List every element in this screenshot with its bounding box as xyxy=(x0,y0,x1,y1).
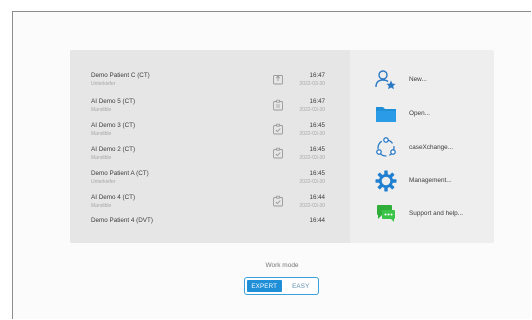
case-name: Demo Patient A (CT) xyxy=(91,170,149,177)
export-icon xyxy=(273,75,283,85)
support-label: Support and help... xyxy=(409,210,464,217)
case-row-demo-patient-a[interactable]: Demo Patient A (CT) Unterkiefer 16:45 20… xyxy=(70,168,350,194)
case-subtitle: Mandible xyxy=(91,131,112,137)
case-time: 16:44 xyxy=(309,217,325,224)
case-subtitle: Unterkiefer xyxy=(91,81,116,87)
case-subtitle: Unterkiefer xyxy=(91,179,116,185)
recent-cases-list: Demo Patient C (CT) Unterkiefer 16:47 20… xyxy=(70,50,350,243)
easy-mode-button[interactable]: EASY xyxy=(284,278,319,294)
case-subtitle: Mandible xyxy=(91,203,112,209)
case-date: 2022-03-30 xyxy=(299,203,325,209)
casexchange-label: caseXchange... xyxy=(409,144,454,151)
management-button[interactable]: Management... xyxy=(374,169,494,195)
support-button[interactable]: Support and help... xyxy=(374,202,494,228)
actions-menu: New... Open... caseXchange... Management… xyxy=(350,50,494,243)
casexchange-icon xyxy=(376,137,396,157)
case-row-demo-patient-c[interactable]: Demo Patient C (CT) Unterkiefer 16:47 20… xyxy=(70,70,350,96)
folder-icon xyxy=(376,107,396,122)
management-label: Management... xyxy=(409,177,452,184)
document-icon xyxy=(273,99,283,111)
work-mode-label: Work mode xyxy=(265,262,299,269)
case-row-ai-demo-2[interactable]: AI Demo 2 (CT) Mandible 16:45 2022-03-30 xyxy=(70,144,350,170)
case-subtitle: Mandible xyxy=(91,107,112,113)
case-row-ai-demo-5[interactable]: AI Demo 5 (CT) Mandible 16:47 2022-03-30 xyxy=(70,96,350,122)
check-doc-icon xyxy=(273,123,283,135)
new-patient-icon xyxy=(375,70,396,90)
case-name: AI Demo 2 (CT) xyxy=(91,146,136,153)
casexchange-button[interactable]: caseXchange... xyxy=(374,136,494,162)
check-doc-icon xyxy=(273,195,283,207)
new-label: New... xyxy=(409,76,427,83)
case-date: 2022-03-30 xyxy=(299,131,325,137)
case-date: 2022-03-30 xyxy=(299,81,325,87)
case-row-ai-demo-3[interactable]: AI Demo 3 (CT) Mandible 16:45 2022-03-30 xyxy=(70,120,350,146)
case-date: 2022-03-30 xyxy=(299,107,325,113)
case-name: AI Demo 5 (CT) xyxy=(91,98,136,105)
case-date: 2022-03-30 xyxy=(299,179,325,185)
expert-mode-button[interactable]: EXPERT xyxy=(246,279,283,293)
gear-icon xyxy=(375,170,397,192)
case-date: 2022-03-30 xyxy=(299,155,325,161)
case-subtitle: Mandible xyxy=(91,155,112,161)
case-name: AI Demo 3 (CT) xyxy=(91,122,136,129)
open-label: Open... xyxy=(409,110,430,117)
case-time: 16:45 xyxy=(309,170,325,177)
new-button[interactable]: New... xyxy=(374,68,494,94)
open-button[interactable]: Open... xyxy=(374,102,494,128)
chat-support-icon xyxy=(377,205,395,222)
case-time: 16:47 xyxy=(309,98,325,105)
case-name: Demo Patient 4 (DVT) xyxy=(91,217,153,224)
case-name: AI Demo 4 (CT) xyxy=(91,194,136,201)
check-doc-icon xyxy=(273,147,283,159)
start-panel: Demo Patient C (CT) Unterkiefer 16:47 20… xyxy=(70,50,494,243)
case-time: 16:45 xyxy=(309,146,325,153)
case-name: Demo Patient C (CT) xyxy=(91,72,150,79)
work-mode-toggle: EXPERT EASY xyxy=(244,277,319,295)
case-time: 16:44 xyxy=(309,194,325,201)
case-row-demo-patient-4[interactable]: Demo Patient 4 (DVT) 16:44 xyxy=(70,210,350,236)
case-time: 16:47 xyxy=(309,72,325,79)
case-time: 16:45 xyxy=(309,122,325,129)
